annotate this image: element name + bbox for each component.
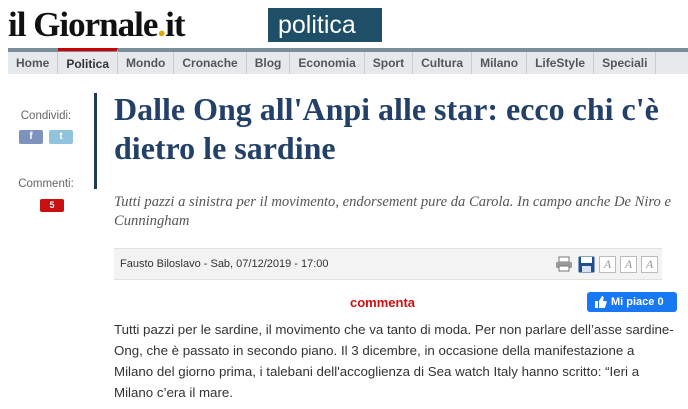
font-size-medium-button[interactable]: A [620,255,637,273]
thumbs-up-icon [595,295,607,315]
logo-text: il Giornale [8,5,158,44]
nav-item-cultura[interactable]: Cultura [413,52,473,74]
byline: Fausto Biloslavo - Sab, 07/12/2019 - 17:… [120,258,329,270]
nav-item-lifestyle[interactable]: LifeStyle [527,52,595,74]
print-icon[interactable] [555,255,573,273]
nav-item-blog[interactable]: Blog [247,52,291,74]
like-label: Mi piace 0 [611,296,664,308]
comments-label: Commenti: [18,178,74,190]
logo-dot: . [157,5,166,44]
article-tools: A A A [555,255,658,273]
nav-item-sport[interactable]: Sport [365,52,414,74]
article-title: Dalle Ong all'Anpi alle star: ecco chi c… [114,91,659,166]
subtitle-part: Tutti pazzi a sinistra per il movimento,… [114,194,614,210]
twitter-icon[interactable]: t [49,130,73,144]
site-logo[interactable]: il Giornale.it [8,5,186,45]
comment-link[interactable]: commenta [350,295,415,310]
article-meta-bar: Fausto Biloslavo - Sab, 07/12/2019 - 17:… [114,248,662,280]
nav-item-milano[interactable]: Milano [472,52,528,74]
section-tag[interactable]: politica [268,8,382,42]
nav-item-economia[interactable]: Economia [290,52,365,74]
article-subtitle: Tutti pazzi a sinistra per il movimento,… [114,193,674,231]
share-box: Condividi: f t [8,110,84,144]
nav-item-speciali[interactable]: Speciali [594,52,657,74]
facebook-icon[interactable]: f [19,130,43,144]
facebook-like-button[interactable]: Mi piace 0 [587,292,677,312]
main-nav: Home Politica Mondo Cronache Blog Economia Spo… [8,48,688,74]
font-size-large-button[interactable]: A [641,255,658,273]
title-accent-bar [94,93,97,189]
article-body: Tutti pazzi per le sardine, il movimento… [114,322,674,400]
font-size-small-button[interactable]: A [599,255,616,273]
save-icon[interactable] [577,255,595,273]
logo-tld: it [165,5,185,44]
masthead: il Giornale.it politica [0,0,688,48]
subtitle-highlight: De Niro [613,194,661,210]
nav-item-mondo[interactable]: Mondo [118,52,175,74]
nav-item-politica[interactable]: Politica [58,48,119,74]
nav-item-home[interactable]: Home [8,52,59,74]
share-label: Condividi: [20,110,72,122]
nav-item-cronache[interactable]: Cronache [174,52,247,74]
comment-count-badge[interactable]: 5 [40,199,64,212]
